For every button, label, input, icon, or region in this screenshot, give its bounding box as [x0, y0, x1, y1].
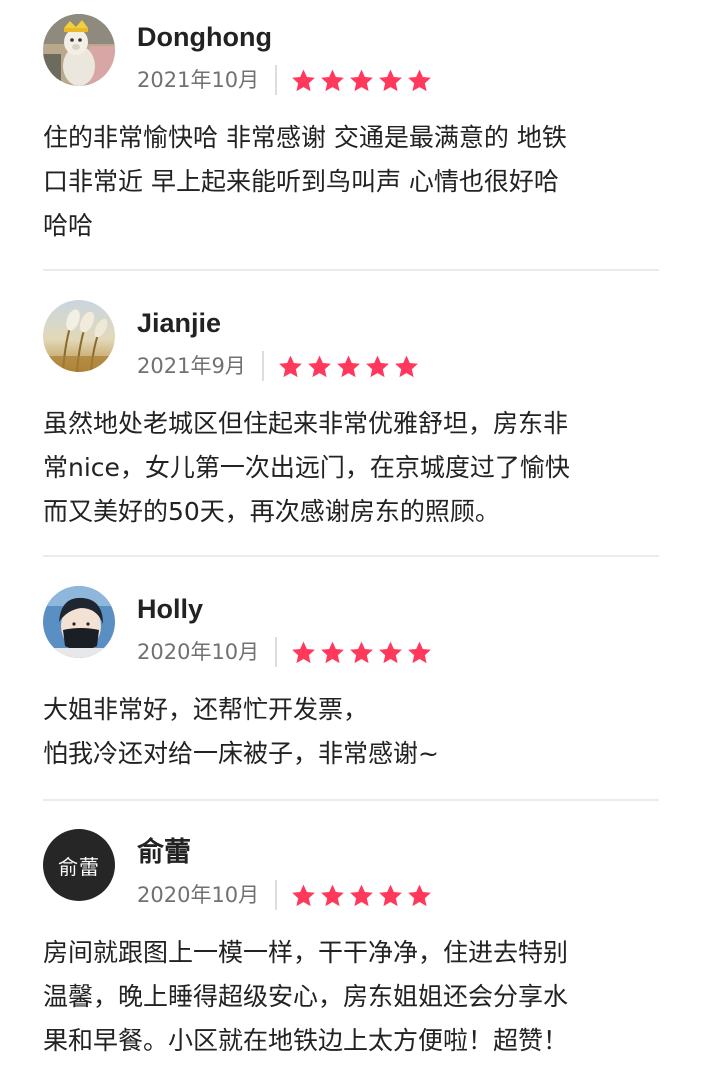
reviewer-name: Holly	[137, 594, 204, 624]
review-meta: 2021年9月	[137, 350, 419, 382]
review-date: 2021年9月	[137, 354, 246, 378]
alpaca-photo	[43, 14, 115, 86]
star-icon	[394, 355, 418, 377]
star-icon	[321, 641, 345, 663]
avatar[interactable]	[43, 586, 115, 658]
review-text: 虽然地处老城区但住起来非常优雅舒坦，房东非 常nice，女儿第一次出远门，在京城…	[43, 409, 570, 526]
star-icon	[379, 641, 403, 663]
review-divider	[43, 269, 659, 271]
star-icon	[292, 641, 316, 663]
review-divider	[43, 555, 659, 557]
rating-stars	[278, 354, 419, 379]
star-icon	[365, 355, 389, 377]
rating-stars	[291, 68, 432, 93]
avatar[interactable]	[43, 300, 115, 372]
star-icon	[278, 355, 302, 377]
review-divider	[43, 799, 659, 801]
review-text: 大姐非常好，还帮忙开发票， 怕我冷还对给一床被子，非常感谢~	[43, 695, 439, 768]
star-icon	[336, 355, 360, 377]
review-meta: 2020年10月	[137, 879, 432, 911]
review-date: 2020年10月	[137, 640, 260, 664]
star-icon	[307, 355, 331, 377]
rating-stars	[291, 640, 432, 665]
star-icon	[408, 641, 432, 663]
avatar-initials: 俞蕾	[58, 854, 100, 879]
star-icon	[408, 884, 432, 906]
avatar[interactable]: 俞蕾	[43, 829, 115, 901]
rating-stars	[291, 883, 432, 908]
star-icon	[350, 884, 374, 906]
meta-divider	[275, 65, 278, 95]
reviewer-name: 俞蕾	[137, 837, 191, 867]
meta-divider	[275, 880, 278, 910]
reeds-photo	[43, 300, 115, 372]
avatar[interactable]	[43, 14, 115, 86]
star-icon	[408, 69, 432, 91]
star-icon	[292, 884, 316, 906]
star-icon	[350, 641, 374, 663]
review-meta: 2020年10月	[137, 636, 432, 668]
reviews-page: Donghong 2021年10月 住的非常愉快哈 非常感谢 交通是最满意的 地…	[0, 0, 702, 1065]
meta-divider	[275, 637, 278, 667]
star-icon	[379, 69, 403, 91]
reviewer-name: Donghong	[137, 22, 272, 52]
star-icon	[350, 69, 374, 91]
reviewer-name: Jianjie	[137, 308, 222, 338]
review-text: 住的非常愉快哈 非常感谢 交通是最满意的 地铁 口非常近 早上起来能听到鸟叫声 …	[43, 123, 567, 240]
review-meta: 2021年10月	[137, 64, 432, 96]
star-icon	[321, 69, 345, 91]
meta-divider	[261, 351, 264, 381]
star-icon	[379, 884, 403, 906]
review-text: 房间就跟图上一模一样，干干净净，住进去特别 温馨，晚上睡得超级安心，房东姐姐还会…	[43, 938, 569, 1055]
person-photo	[43, 586, 115, 658]
review-date: 2020年10月	[137, 883, 260, 907]
review-date: 2021年10月	[137, 68, 260, 92]
star-icon	[321, 884, 345, 906]
star-icon	[292, 69, 316, 91]
